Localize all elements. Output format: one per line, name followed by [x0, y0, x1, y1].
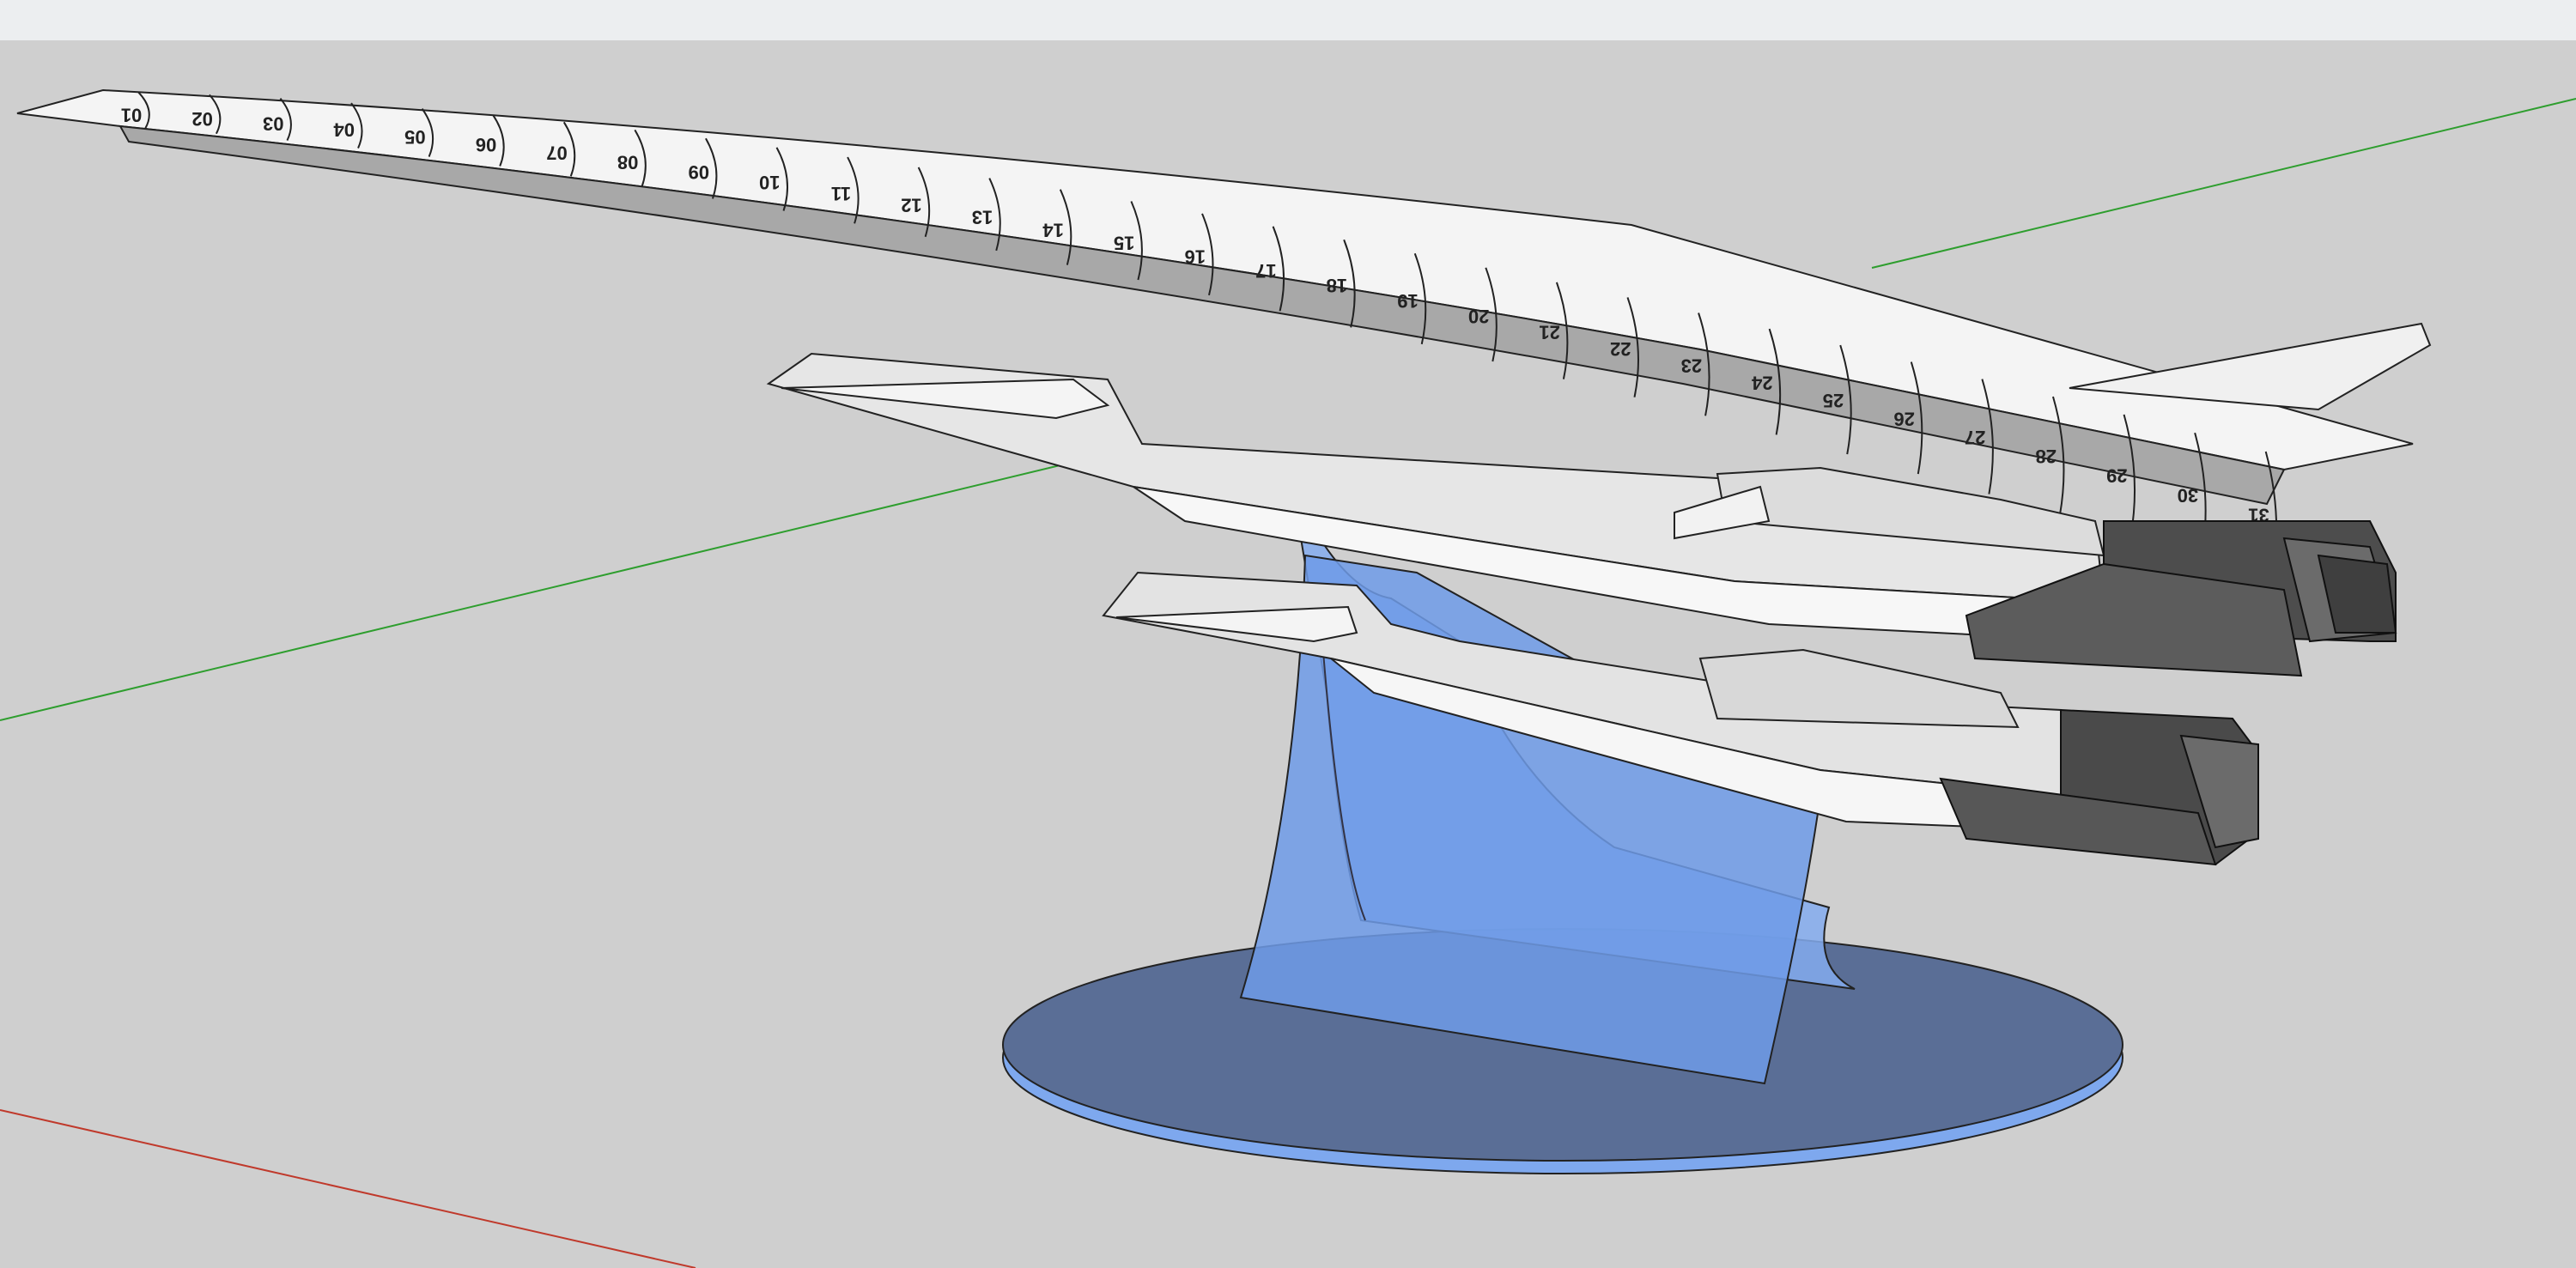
section-number-label: 22 — [1610, 338, 1631, 360]
section-number-label: 09 — [688, 161, 708, 183]
section-number-label: 18 — [1327, 275, 1347, 296]
section-number-label: 19 — [1397, 290, 1418, 312]
section-number-label: 16 — [1185, 246, 1206, 268]
section-number-label: 17 — [1255, 260, 1276, 282]
toolbar-strip — [0, 0, 2576, 41]
section-number-label: 27 — [1965, 427, 1985, 448]
section-number-label: 12 — [901, 194, 921, 215]
section-number-label: 20 — [1468, 306, 1489, 327]
section-number-label: 07 — [546, 143, 567, 164]
3d-model-viewport[interactable]: 01 02 03 04 05 06 07 08 09 10 11 12 13 14 15 16 17 18 19 20… — [0, 40, 2576, 1268]
section-number-label: 23 — [1681, 355, 1702, 376]
section-number-label: 04 — [333, 119, 355, 141]
section-number-label: 14 — [1042, 219, 1064, 240]
section-number-label: 28 — [2035, 446, 2056, 467]
model-scene[interactable]: 01 02 03 04 05 06 07 08 09 10 11 12 13 14 15 16 17 18 19 20… — [0, 40, 2576, 1268]
section-number-label: 21 — [1539, 322, 1559, 343]
section-number-label: 26 — [1893, 408, 1914, 429]
section-number-label: 29 — [2106, 464, 2127, 486]
section-number-label: 13 — [972, 207, 993, 228]
section-number-label: 03 — [263, 113, 283, 135]
section-number-label: 11 — [831, 183, 851, 204]
red-axis — [0, 1109, 696, 1268]
section-number-label: 08 — [617, 151, 638, 173]
section-number-label: 30 — [2178, 484, 2198, 506]
section-number-label: 06 — [476, 134, 496, 155]
section-number-label: 05 — [404, 126, 425, 148]
sketchup-window: 01 02 03 04 05 06 07 08 09 10 11 12 13 14 15 16 17 18 19 20… — [0, 0, 2576, 1268]
section-number-label: 15 — [1114, 233, 1134, 254]
section-number-label: 02 — [191, 108, 212, 130]
green-axis-right — [1871, 98, 2576, 269]
section-number-label: 25 — [1823, 390, 1844, 411]
section-number-label: 01 — [121, 104, 142, 125]
green-axis-left — [0, 445, 1143, 721]
section-number-label: 24 — [1751, 373, 1772, 394]
section-number-label: 10 — [759, 172, 780, 193]
